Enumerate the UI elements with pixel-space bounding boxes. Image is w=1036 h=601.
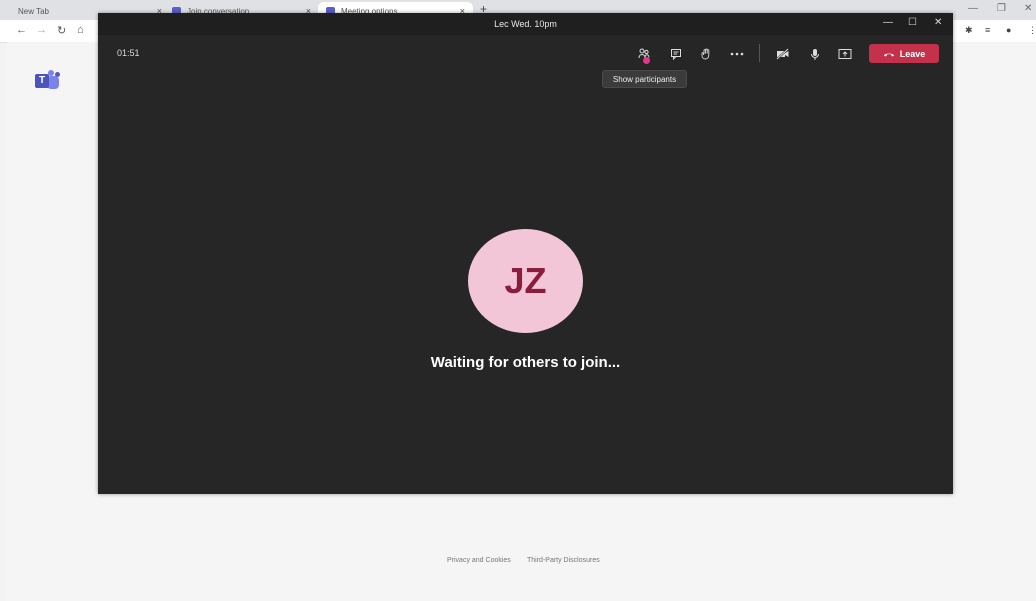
participants-tooltip: Show participants: [602, 70, 687, 88]
extensions-icon[interactable]: ✱: [965, 25, 973, 36]
privacy-link[interactable]: Privacy and Cookies: [447, 557, 511, 564]
mouse-cursor: [643, 57, 650, 64]
third-party-link[interactable]: Third-Party Disclosures: [527, 557, 600, 564]
minimize-icon[interactable]: —: [968, 3, 978, 14]
restore-icon[interactable]: ❐: [997, 3, 1006, 14]
meeting-title: Lec Wed. 10pm: [494, 19, 557, 29]
raise-hand-icon[interactable]: [699, 47, 713, 61]
profile-icon[interactable]: ●: [1006, 25, 1011, 35]
menu-icon[interactable]: ⋮: [1028, 25, 1036, 36]
meeting-timer: 01:51: [117, 48, 140, 58]
camera-off-icon[interactable]: [776, 47, 790, 61]
leave-button[interactable]: Leave: [869, 44, 939, 63]
meeting-window: Lec Wed. 10pm — ☐ ✕ 01:51 Leave Show par…: [98, 13, 953, 494]
chat-icon[interactable]: [669, 47, 683, 61]
avatar: JZ: [468, 229, 583, 333]
tab-label: New Tab: [18, 6, 49, 16]
share-screen-icon[interactable]: [838, 47, 852, 61]
maximize-icon[interactable]: ☐: [908, 17, 917, 28]
minimize-icon[interactable]: —: [883, 17, 893, 28]
reload-icon[interactable]: ↻: [57, 24, 66, 37]
meeting-titlebar: Lec Wed. 10pm — ☐ ✕: [98, 13, 953, 35]
hang-up-icon: [883, 53, 894, 56]
more-options-icon[interactable]: [730, 47, 744, 61]
close-window-icon[interactable]: ✕: [934, 17, 942, 28]
forward-icon[interactable]: →: [36, 24, 47, 36]
microphone-icon[interactable]: [808, 47, 822, 61]
close-window-icon[interactable]: ✕: [1024, 3, 1032, 14]
teams-logo-icon: T: [35, 70, 61, 90]
back-icon[interactable]: ←: [16, 24, 27, 36]
toolbar-divider: [759, 44, 760, 62]
leave-label: Leave: [899, 48, 926, 59]
waiting-status: Waiting for others to join...: [430, 354, 621, 371]
reading-list-icon[interactable]: ≡: [985, 25, 990, 35]
home-icon[interactable]: ⌂: [77, 24, 84, 36]
